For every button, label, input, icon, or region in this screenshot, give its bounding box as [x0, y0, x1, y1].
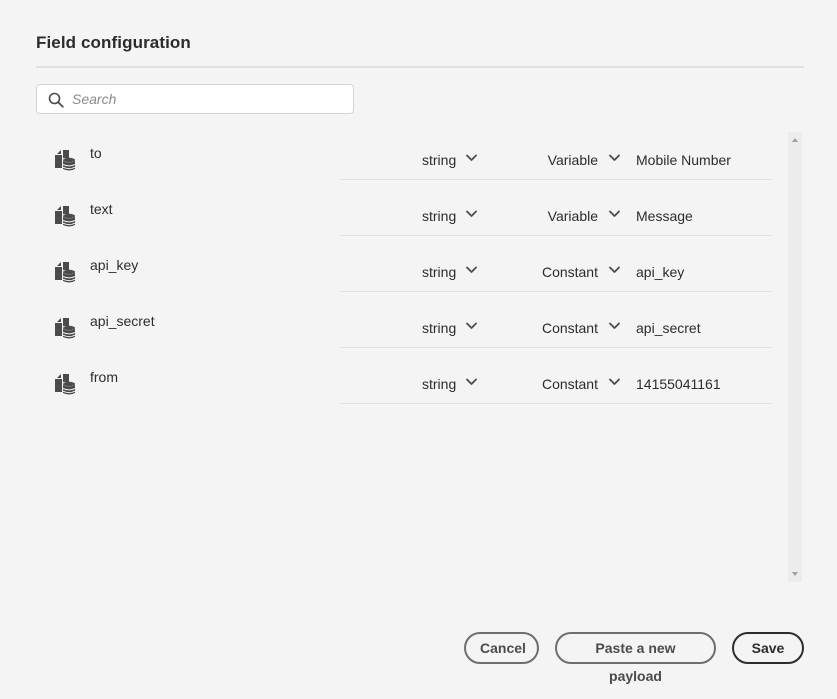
- field-type-select[interactable]: string: [422, 264, 456, 280]
- field-name: text: [90, 201, 113, 217]
- field-value[interactable]: api_secret: [636, 320, 701, 336]
- field-mode-select[interactable]: Constant: [542, 264, 598, 280]
- field-name: to: [90, 145, 102, 161]
- field-row[interactable]: text string Variable Message: [36, 188, 776, 244]
- field-source-icon: [55, 150, 76, 171]
- field-source-icon: [55, 262, 76, 283]
- field-type-select[interactable]: string: [422, 320, 456, 336]
- field-row[interactable]: from string Constant 14155041161: [36, 356, 776, 412]
- row-divider: [340, 291, 772, 292]
- chevron-down-icon[interactable]: [609, 322, 620, 330]
- field-type-select[interactable]: string: [422, 152, 456, 168]
- field-row[interactable]: api_secret string Constant api_secret: [36, 300, 776, 356]
- field-row[interactable]: api_key string Constant api_key: [36, 244, 776, 300]
- field-configuration-dialog: Field configuration to string Var: [0, 0, 837, 699]
- row-divider: [340, 403, 772, 404]
- field-mode-select[interactable]: Constant: [542, 320, 598, 336]
- field-name: api_secret: [90, 313, 155, 329]
- chevron-down-icon[interactable]: [609, 154, 620, 162]
- field-source-icon: [55, 374, 76, 395]
- chevron-down-icon[interactable]: [466, 154, 477, 162]
- search-input[interactable]: [72, 89, 342, 109]
- search-box[interactable]: [36, 84, 354, 114]
- chevron-down-icon[interactable]: [609, 210, 620, 218]
- chevron-down-icon[interactable]: [466, 266, 477, 274]
- field-list-scrollbar[interactable]: [788, 132, 802, 582]
- field-source-icon: [55, 318, 76, 339]
- chevron-down-icon[interactable]: [609, 378, 620, 386]
- field-list: to string Variable Mobile Number text st…: [36, 132, 776, 582]
- field-name: api_key: [90, 257, 139, 273]
- cancel-button[interactable]: Cancel: [464, 632, 539, 664]
- field-mode-select[interactable]: Variable: [548, 152, 598, 168]
- field-value[interactable]: api_key: [636, 264, 684, 280]
- field-mode-select[interactable]: Constant: [542, 376, 598, 392]
- field-mode-select[interactable]: Variable: [548, 208, 598, 224]
- field-type-select[interactable]: string: [422, 376, 456, 392]
- chevron-down-icon[interactable]: [466, 210, 477, 218]
- field-value[interactable]: 14155041161: [636, 376, 721, 392]
- save-button[interactable]: Save: [732, 632, 804, 664]
- field-type-select[interactable]: string: [422, 208, 456, 224]
- title-divider: [36, 66, 804, 68]
- chevron-down-icon[interactable]: [466, 322, 477, 330]
- dialog-title: Field configuration: [36, 33, 191, 52]
- field-value[interactable]: Mobile Number: [636, 152, 731, 168]
- field-value[interactable]: Message: [636, 208, 693, 224]
- chevron-down-icon[interactable]: [466, 378, 477, 386]
- field-name: from: [90, 369, 118, 385]
- row-divider: [340, 179, 772, 180]
- row-divider: [340, 235, 772, 236]
- scroll-up-arrow-icon[interactable]: [792, 137, 798, 143]
- search-icon: [48, 92, 64, 108]
- chevron-down-icon[interactable]: [609, 266, 620, 274]
- field-source-icon: [55, 206, 76, 227]
- row-divider: [340, 347, 772, 348]
- paste-new-payload-button[interactable]: Paste a new payload: [555, 632, 716, 684]
- field-row[interactable]: to string Variable Mobile Number: [36, 132, 776, 188]
- scroll-down-arrow-icon[interactable]: [792, 571, 798, 577]
